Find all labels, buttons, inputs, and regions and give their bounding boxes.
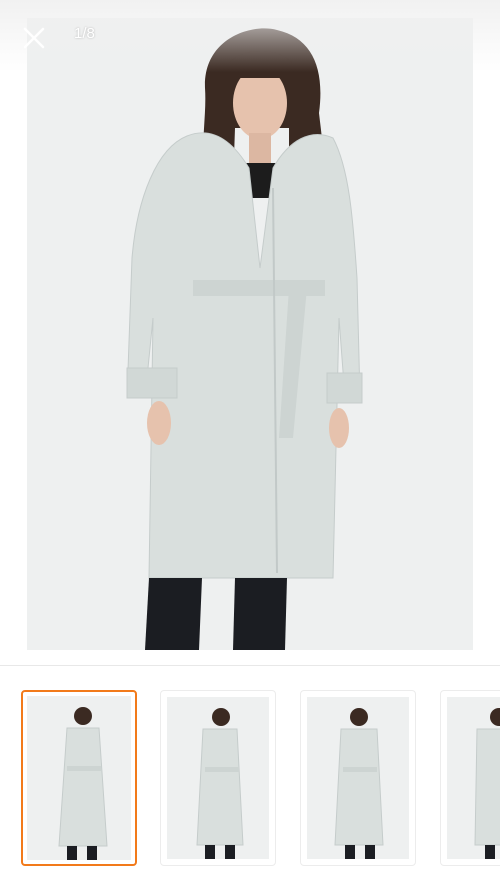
model-in-coat-image [27, 18, 473, 650]
thumbnail-image [27, 696, 131, 860]
thumbnail-strip[interactable] [0, 666, 500, 888]
product-photo[interactable] [27, 18, 473, 650]
image-viewer: 1/8 [0, 0, 500, 665]
thumbnail-image [307, 697, 409, 859]
thumbnail-photo [447, 697, 500, 859]
viewer-top-bar: 1/8 [0, 0, 500, 72]
thumbnail-4[interactable] [440, 690, 500, 866]
thumbnail-image [167, 697, 269, 859]
thumbnail-1[interactable] [21, 690, 137, 866]
thumbnail-photo [27, 696, 131, 860]
close-icon [23, 27, 45, 49]
thumbnail-image [447, 697, 500, 859]
thumbnail-2[interactable] [160, 690, 276, 866]
thumbnail-photo [307, 697, 409, 859]
thumbnail-photo [167, 697, 269, 859]
image-counter: 1/8 [74, 25, 95, 42]
close-button[interactable] [18, 22, 50, 54]
thumbnail-3[interactable] [300, 690, 416, 866]
